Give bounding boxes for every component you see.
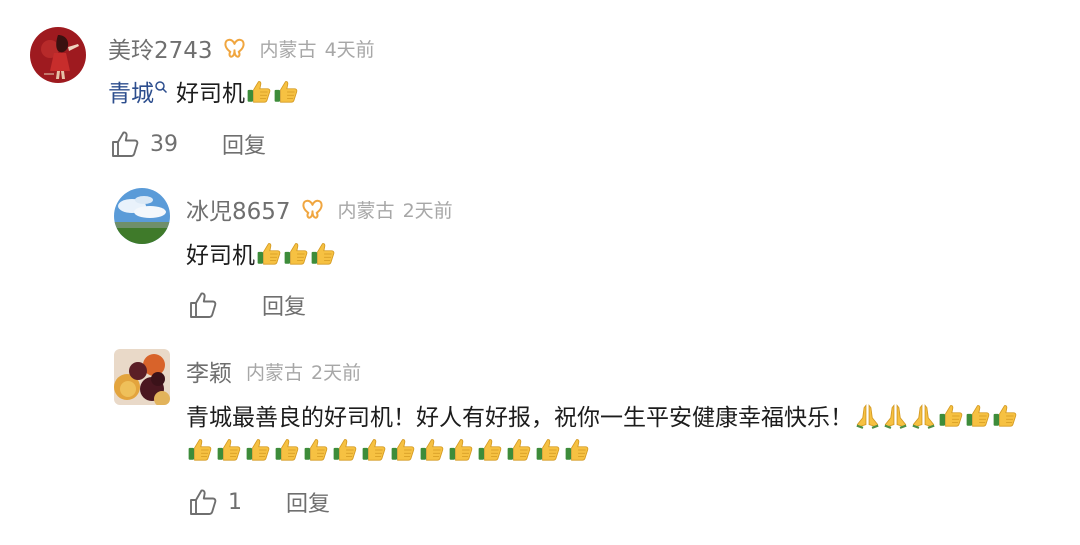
comment-actions: 1 回复: [188, 486, 330, 518]
comment-text: 青城最善良的好司机！好人有好报，祝你一生平安健康幸福快乐！: [186, 402, 1018, 433]
reply-button[interactable]: 回复: [286, 486, 330, 518]
like-icon[interactable]: [188, 487, 218, 517]
thumbs-up-icon: [419, 437, 445, 463]
location: 内蒙古: [259, 38, 317, 61]
butterfly-badge-icon: [223, 37, 246, 60]
thumbs-up-icon: [246, 79, 272, 105]
folded-hands-icon: [854, 402, 881, 429]
username[interactable]: 冰児8657: [186, 192, 291, 226]
timestamp: 2天前: [402, 199, 453, 222]
thumbs-up-icon: [256, 241, 282, 267]
username[interactable]: 李颖: [186, 354, 232, 388]
comment-actions: 39 回复: [110, 128, 266, 160]
comment-meta: 冰児8657 内蒙古 2天前: [186, 192, 453, 226]
avatar[interactable]: [114, 188, 170, 244]
timestamp: 4天前: [324, 38, 375, 61]
comment-text: 好司机: [186, 241, 336, 271]
comment-body: 青城最善良的好司机！好人有好报，祝你一生平安健康幸福快乐！: [186, 405, 853, 431]
thumbs-up-icon: [332, 437, 358, 463]
comment-meta: 李颖 内蒙古 2天前: [186, 354, 361, 388]
avatar[interactable]: [30, 27, 86, 83]
comment-meta: 美玲2743 内蒙古 4天前: [108, 31, 375, 65]
reply-button[interactable]: 回复: [262, 289, 306, 321]
thumbs-up-icon: [477, 437, 503, 463]
reply-button[interactable]: 回复: [222, 128, 266, 160]
thumbs-up-icon: [390, 437, 416, 463]
username[interactable]: 美玲2743: [108, 31, 213, 65]
comment-body: 好司机: [176, 81, 245, 107]
thumbs-up-icon: [310, 241, 336, 267]
comment-actions: 回复: [188, 289, 306, 321]
thumbs-up-icon: [506, 437, 532, 463]
avatar[interactable]: [114, 349, 170, 405]
location: 内蒙古: [337, 199, 395, 222]
location: 内蒙古: [246, 361, 304, 384]
thumbs-up-icon: [535, 437, 561, 463]
mention-link[interactable]: 青城: [108, 81, 154, 107]
folded-hands-icon: [910, 402, 937, 429]
thumbs-up-icon: [938, 403, 964, 429]
like-count: 39: [150, 131, 178, 157]
like-count: 1: [228, 489, 242, 515]
thumbs-up-icon: [965, 403, 991, 429]
thumbs-up-icon: [274, 437, 300, 463]
thumbs-up-icon: [564, 437, 590, 463]
thumbs-up-icon: [361, 437, 387, 463]
emoji-line: [186, 437, 592, 469]
comment-text: 青城 好司机: [108, 79, 299, 109]
thumbs-up-icon: [448, 437, 474, 463]
thumbs-up-icon: [187, 437, 213, 463]
search-icon: [155, 81, 168, 94]
thumbs-up-icon: [273, 79, 299, 105]
comment-body: 好司机: [186, 243, 255, 269]
thumbs-up-icon: [216, 437, 242, 463]
thumbs-up-icon: [303, 437, 329, 463]
thumbs-up-icon: [283, 241, 309, 267]
thumbs-up-icon: [992, 403, 1018, 429]
butterfly-badge-icon: [301, 198, 324, 221]
folded-hands-icon: [882, 402, 909, 429]
thumbs-up-icon: [245, 437, 271, 463]
like-icon[interactable]: [110, 129, 140, 159]
like-icon[interactable]: [188, 290, 218, 320]
timestamp: 2天前: [311, 361, 362, 384]
